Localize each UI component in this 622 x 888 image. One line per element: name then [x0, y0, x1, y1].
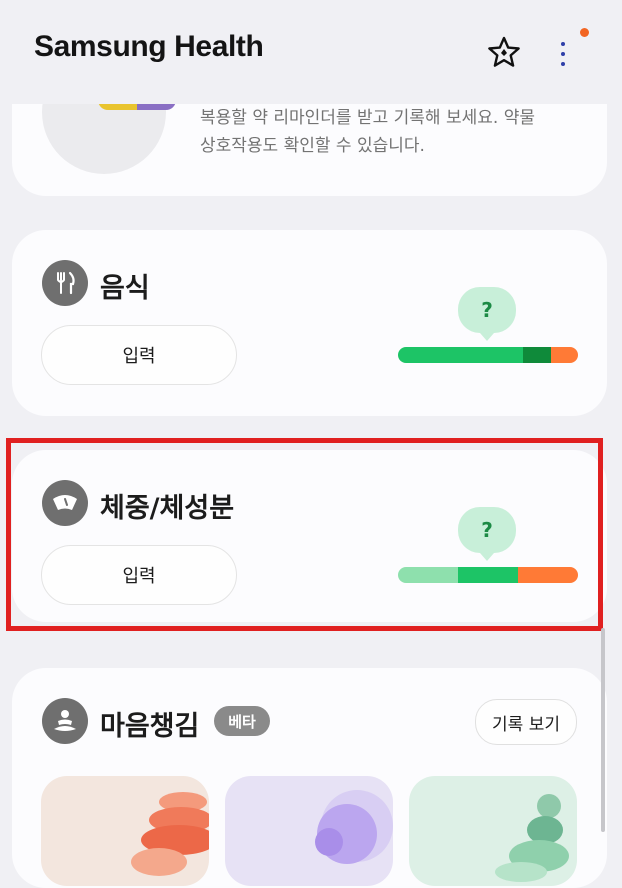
- app-title: Samsung Health: [34, 30, 264, 63]
- food-input-button[interactable]: 입력: [41, 325, 237, 385]
- medication-description: 복용할 약 리마인더를 받고 기록해 보세요. 약물 상호작용도 확인할 수 있…: [200, 108, 535, 156]
- food-card[interactable]: 음식 입력 ?: [12, 230, 607, 416]
- food-title: 음식: [100, 273, 150, 304]
- meditation-icon: [42, 698, 88, 744]
- scrollbar[interactable]: [601, 628, 605, 832]
- beta-badge: 베타: [214, 706, 270, 736]
- more-options-icon[interactable]: [553, 38, 573, 70]
- app-header: Samsung Health: [0, 0, 622, 104]
- notification-dot: [580, 28, 589, 37]
- mindfulness-thumbnail[interactable]: [409, 776, 577, 886]
- star-icon[interactable]: [486, 35, 522, 71]
- highlight-frame: [6, 438, 603, 631]
- mindfulness-thumbnail[interactable]: [41, 776, 209, 886]
- food-gauge: [398, 347, 578, 363]
- view-history-button[interactable]: 기록 보기: [475, 699, 577, 745]
- mindfulness-card[interactable]: 마음챙김 베타 기록 보기: [12, 668, 607, 888]
- food-gauge-bubble: ?: [458, 287, 516, 333]
- mindfulness-title: 마음챙김: [100, 711, 200, 742]
- mindfulness-thumbnail[interactable]: [225, 776, 393, 886]
- fork-knife-icon: [42, 260, 88, 306]
